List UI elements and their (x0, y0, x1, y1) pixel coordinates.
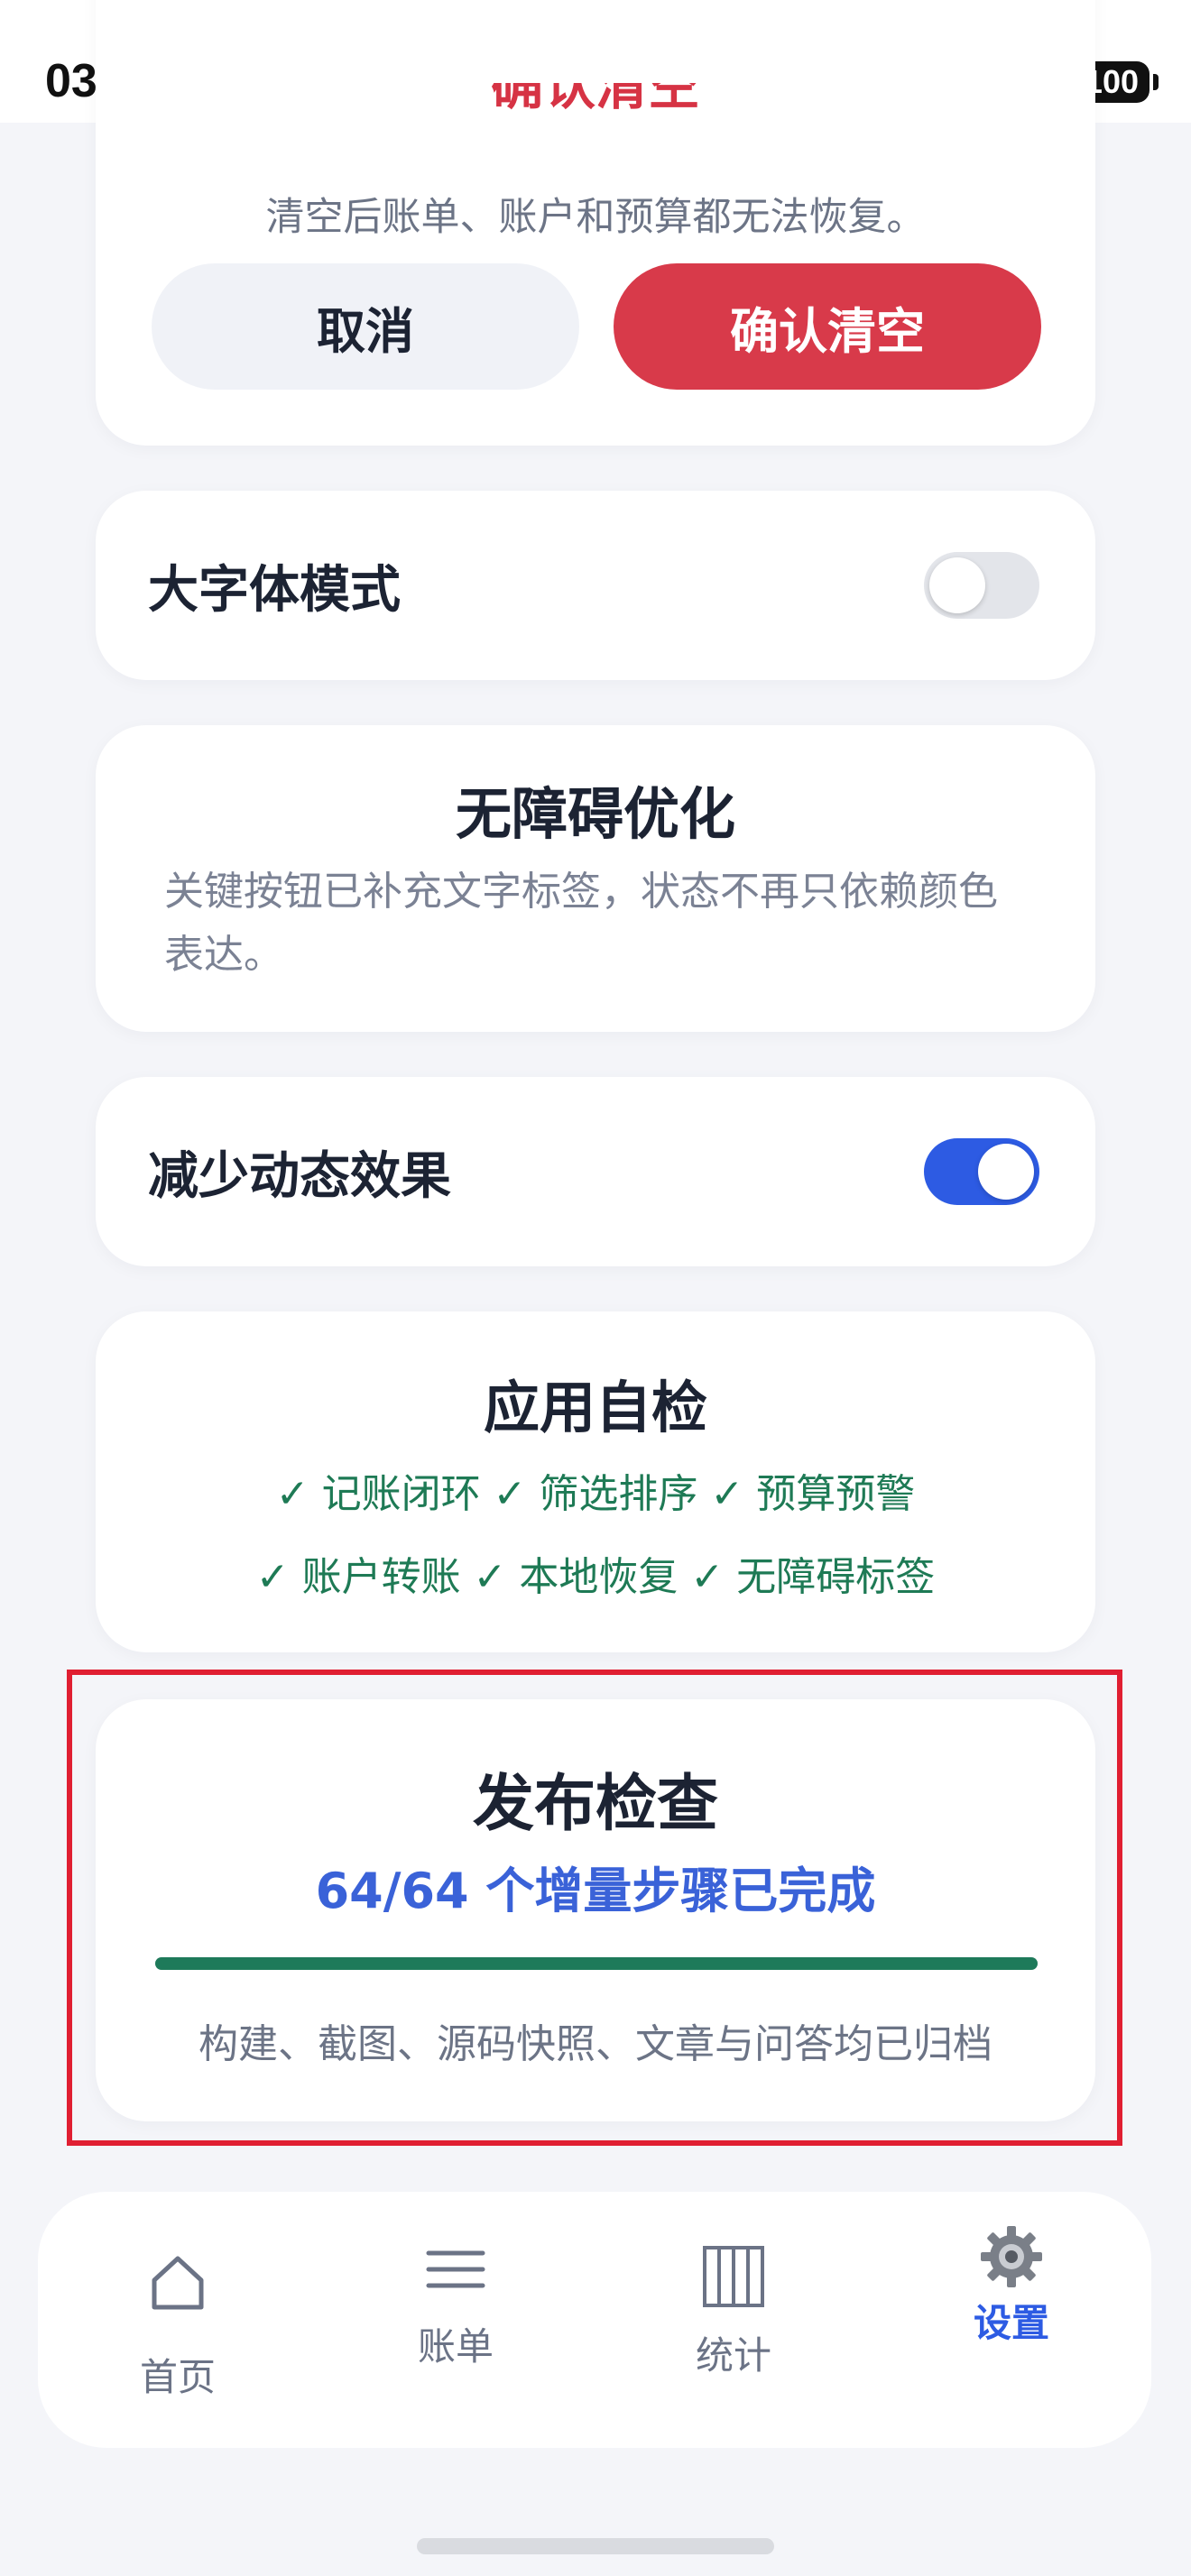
self-check-title: 应用自检 (483, 1375, 707, 1440)
reduce-motion-label: 减少动态效果 (148, 1146, 451, 1206)
large-font-card: 大字体模式 (96, 491, 1095, 680)
highlight-box (67, 1670, 1122, 2146)
home-indicator[interactable] (417, 2538, 774, 2554)
tab-home-label: 首页 (139, 2355, 216, 2399)
accessibility-description: 关键按钮已补充文字标签，状态不再只依赖颜色表达。 (164, 869, 998, 978)
tab-settings-label: 设置 (973, 2301, 1049, 2345)
toggle-knob (978, 1144, 1034, 1200)
tab-stats[interactable]: 统计 (625, 2192, 842, 2448)
cancel-button[interactable]: 取消 (152, 263, 579, 390)
reduce-motion-card: 减少动态效果 (96, 1077, 1095, 1266)
self-check-line-1: ✓ 记账闭环 ✓ 筛选排序 ✓ 预算预警 (275, 1471, 916, 1517)
confirm-clear-button[interactable]: 确认清空 (614, 263, 1041, 390)
clear-card-description: 清空后账单、账户和预算都无法恢复。 (265, 195, 926, 240)
chart-icon (703, 2246, 764, 2307)
large-font-label: 大字体模式 (148, 560, 401, 620)
clear-card-title: 确认清空 (490, 83, 700, 116)
bottom-tab-bar: 首页 账单 统计 设置 (38, 2192, 1151, 2448)
large-font-toggle[interactable] (924, 552, 1039, 619)
toggle-knob (929, 557, 985, 613)
accessibility-card: 无障碍优化 关键按钮已补充文字标签，状态不再只依赖颜色表达。 (96, 725, 1095, 1032)
reduce-motion-toggle[interactable] (924, 1138, 1039, 1205)
clear-data-card: 确认清空 清空后账单、账户和预算都无法恢复。 取消 确认清空 (96, 0, 1095, 446)
list-icon (426, 2250, 485, 2288)
tab-stats-label: 统计 (695, 2333, 771, 2378)
self-check-card: 应用自检 ✓ 记账闭环 ✓ 筛选排序 ✓ 预算预警 ✓ 账户转账 ✓ 本地恢复 … (96, 1311, 1095, 1652)
tab-settings[interactable]: 设置 (903, 2192, 1120, 2448)
tab-home[interactable]: 首页 (69, 2192, 286, 2448)
tab-bills[interactable]: 账单 (347, 2192, 564, 2448)
gear-icon (981, 2226, 1042, 2287)
home-icon (152, 2256, 204, 2310)
tab-bills-label: 账单 (417, 2324, 494, 2369)
accessibility-title: 无障碍优化 (455, 781, 735, 847)
self-check-line-2: ✓ 账户转账 ✓ 本地恢复 ✓ 无障碍标签 (255, 1554, 936, 1600)
